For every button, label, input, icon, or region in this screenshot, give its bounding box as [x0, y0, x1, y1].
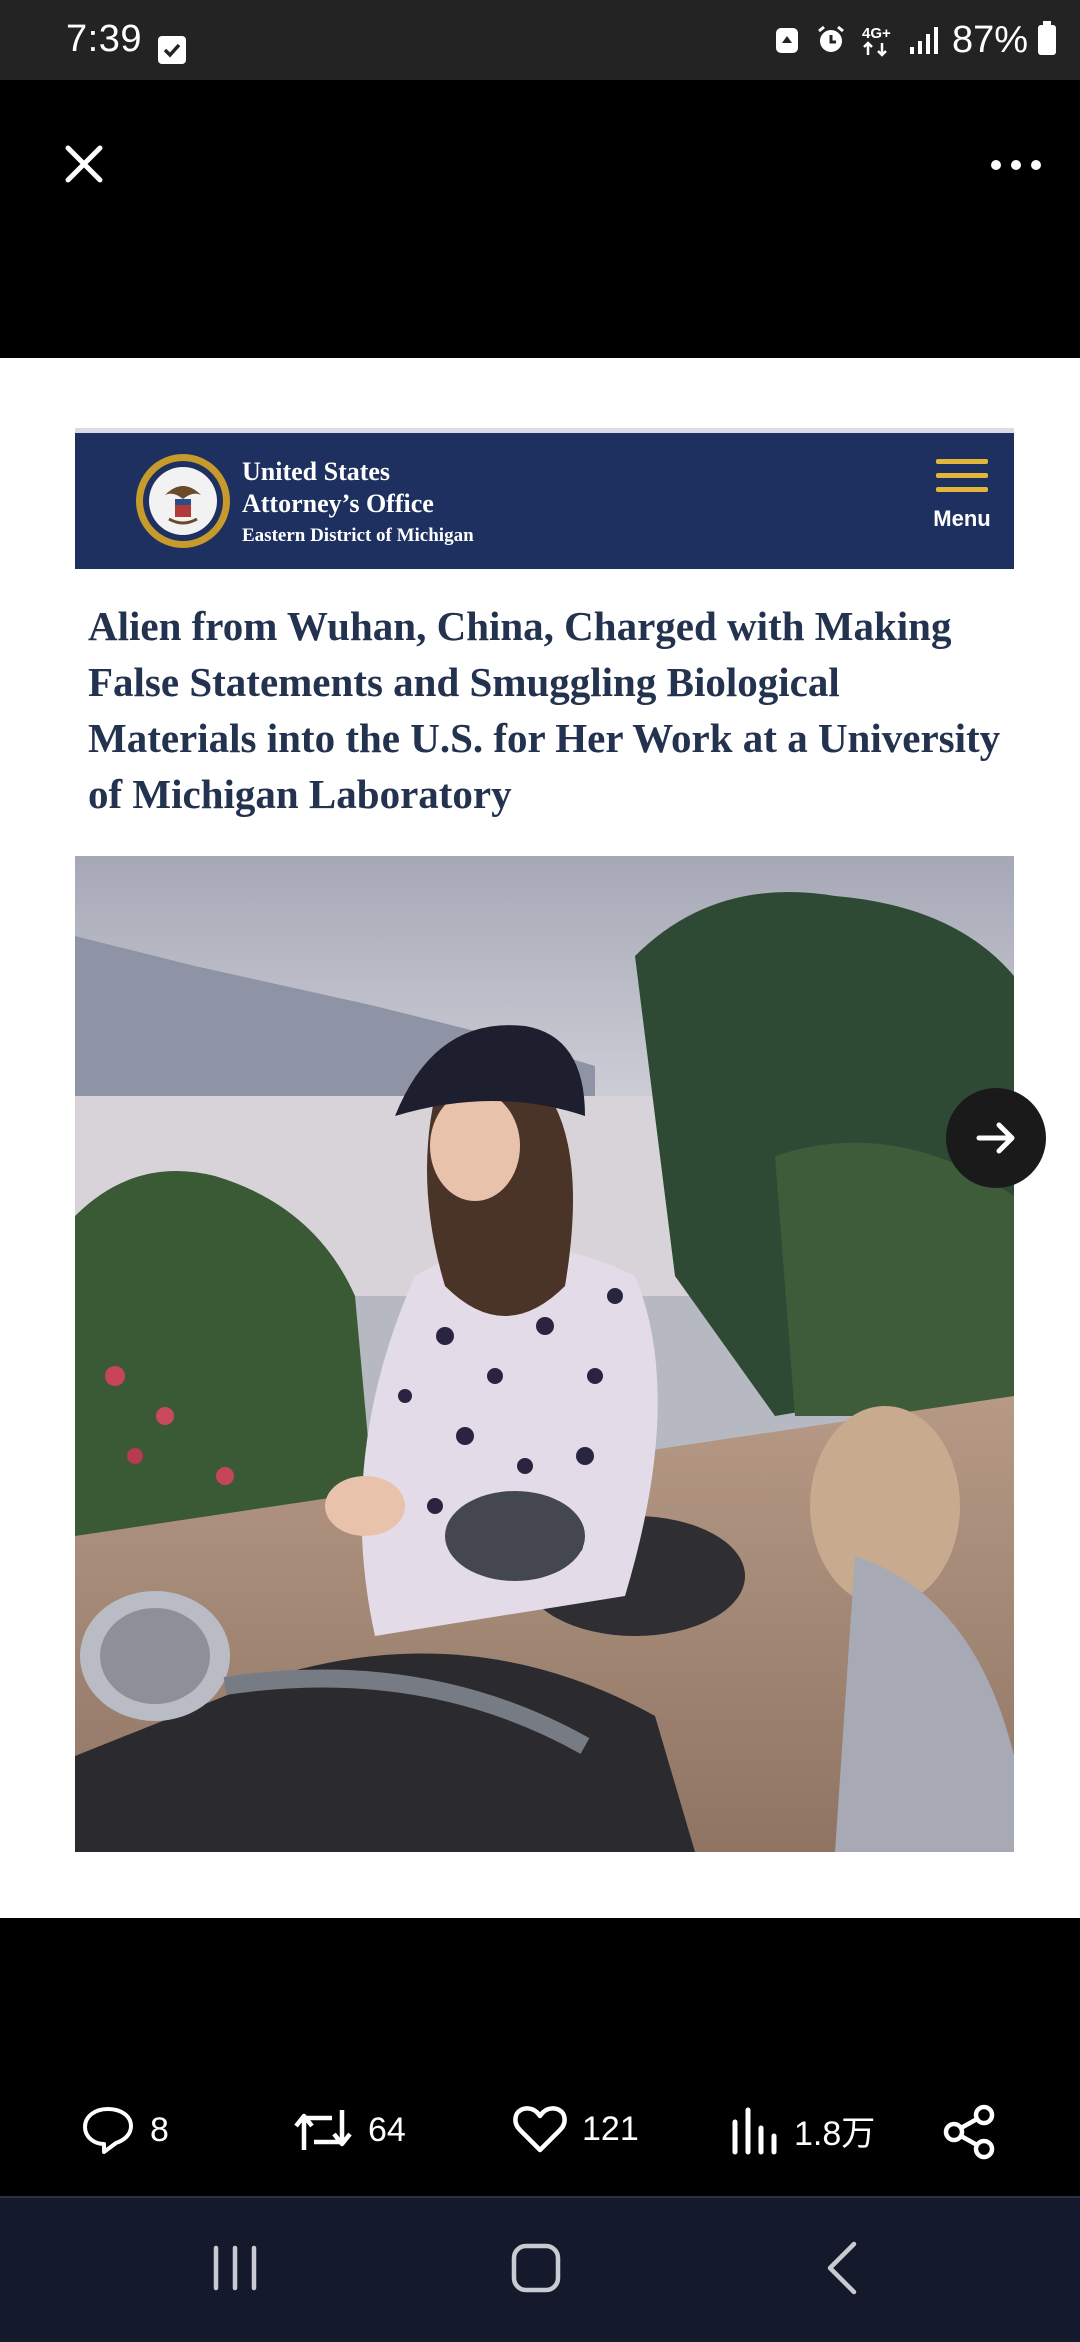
close-icon — [65, 145, 103, 183]
views-button[interactable]: 1.8万 — [730, 2104, 875, 2156]
org-district: Eastern District of Michigan — [242, 525, 474, 546]
media-viewer-topbar — [0, 80, 1080, 358]
like-count: 121 — [582, 2109, 639, 2148]
hamburger-icon — [932, 459, 992, 492]
article-headline: Alien from Wuhan, China, Charged with Ma… — [88, 603, 1001, 817]
more-horizontal-icon — [991, 160, 1041, 170]
home-button[interactable] — [510, 2242, 562, 2294]
menu-label: Menu — [933, 506, 991, 531]
battery-icon — [1038, 21, 1056, 55]
org-name-line2: Attorney’s Office — [242, 489, 434, 518]
arrow-right-icon — [976, 1122, 1015, 1154]
status-bar: 7:39 4G+ 87% — [0, 0, 1080, 80]
svg-text:4G+: 4G+ — [862, 25, 891, 42]
recent-apps-icon — [213, 2245, 257, 2291]
recycle-icon — [770, 23, 804, 57]
close-button[interactable] — [56, 136, 112, 192]
signal-icon — [908, 23, 942, 57]
share-button[interactable] — [942, 2104, 998, 2160]
home-icon — [511, 2243, 561, 2293]
tweet-action-bar: 8 64 121 1.8万 — [0, 2060, 1080, 2190]
views-icon — [732, 2107, 777, 2155]
article-photo — [75, 856, 1014, 1852]
alarm-icon — [814, 23, 848, 57]
battery-percent: 87% — [951, 18, 1028, 61]
status-time: 7:39 — [66, 18, 142, 60]
repost-count: 64 — [368, 2110, 406, 2149]
reply-icon — [83, 2107, 133, 2154]
system-nav-bar — [0, 2196, 1080, 2342]
like-button[interactable]: 121 — [512, 2104, 639, 2154]
menu-button: Menu — [932, 459, 992, 549]
checkbox-icon — [158, 36, 186, 64]
org-name-line1: United States — [242, 457, 391, 486]
doj-seal-logo — [136, 454, 230, 548]
network-icon: 4G+ — [858, 23, 898, 57]
repost-icon — [294, 2110, 352, 2150]
reply-count: 8 — [150, 2110, 169, 2149]
more-options-button[interactable] — [986, 150, 1046, 180]
back-button[interactable] — [822, 2240, 862, 2296]
views-count: 1.8万 — [794, 2114, 876, 2153]
status-icons: 4G+ 87% — [770, 18, 1056, 62]
back-icon — [827, 2241, 857, 2295]
reply-button[interactable]: 8 — [80, 2104, 169, 2156]
repost-button[interactable]: 64 — [292, 2104, 406, 2156]
next-image-button[interactable] — [946, 1088, 1046, 1188]
heart-icon — [513, 2106, 567, 2153]
share-icon — [943, 2104, 995, 2160]
usao-header: United States Attorney’s Office Eastern … — [75, 428, 1014, 569]
media-image[interactable]: United States Attorney’s Office Eastern … — [0, 358, 1080, 1918]
recent-apps-button[interactable] — [210, 2244, 260, 2292]
